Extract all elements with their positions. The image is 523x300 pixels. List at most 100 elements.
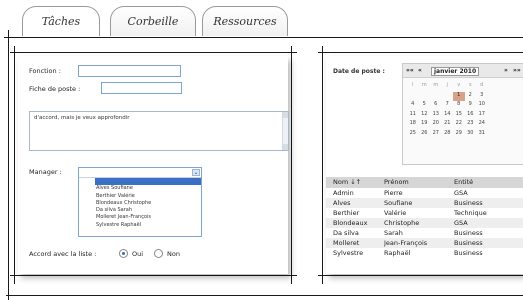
calendar-day[interactable]: 11 [407,111,419,121]
panel-right-bottom-line [318,275,523,276]
calendar-day[interactable]: 12 [419,111,431,121]
table-row[interactable]: Blondeaux Christophe GSA [326,218,523,228]
calendar-day[interactable]: 21 [442,120,454,130]
manager-option[interactable] [95,178,201,186]
panel-left-top-line [10,52,297,53]
calendar-day[interactable]: 23 [465,120,477,130]
cell-prenom: Raphaël [384,249,411,257]
calendar-day[interactable]: 2 [465,92,477,102]
frame-left-line [8,30,9,300]
calendar-day[interactable]: 9 [465,101,477,111]
manager-option[interactable]: Molleret Jean-François [96,214,201,221]
cell-nom: Alves [333,199,351,207]
column-header-prenom[interactable]: Prénom [384,177,454,188]
table-row[interactable]: Molleret Jean-François Business [326,238,523,248]
calendar-day[interactable]: 27 [430,130,442,140]
weekday-label: d [480,82,484,88]
month-select[interactable]: janvier 2010 [431,67,480,76]
calendar-grid: l m m j v s d 1 2 3 4 5 6 7 8 9 10 11 12… [407,82,488,139]
cell-prenom: Jean-François [384,239,428,247]
cell-nom: Molleret [333,239,360,247]
calendar-day[interactable] [430,92,442,102]
fonction-label: Fonction : [29,67,61,75]
accord-oui-label[interactable]: Oui [132,250,143,258]
weekday-label: v [457,82,461,88]
cell-prenom: Soufiane [384,199,413,207]
calendar-day[interactable]: 30 [465,130,477,140]
week-row: 1 2 3 [407,91,488,102]
manager-option[interactable]: Berthier Valérie [96,193,201,200]
calendar-day[interactable]: 20 [430,120,442,130]
table-row[interactable]: Sylvestre Raphaël Business [326,248,523,258]
resources-table: Nom ↓↑ Prénom Entité Admin Pierre GSA Al… [326,177,523,258]
calendar-day[interactable]: 22 [453,120,465,130]
weekday-label: j [446,82,448,88]
accord-non-radio[interactable] [154,249,163,258]
tab-taches[interactable]: Tâches [22,6,100,36]
panel-left-bottom-line [10,275,297,276]
manager-option[interactable]: Sylvestre Raphaël [96,222,201,229]
manager-option[interactable]: Da silva Sarah [96,207,201,214]
tab-ressources[interactable]: Ressources [202,6,288,36]
next-month-button[interactable]: » [504,67,508,74]
manager-select-field[interactable]: ⌄ [79,168,201,178]
frame-bottom-line [6,295,523,296]
calendar-day[interactable]: 5 [419,101,431,111]
calendar-day[interactable]: 18 [407,120,419,130]
chevron-down-icon[interactable]: ⌄ [192,169,200,176]
calendar-day[interactable]: 3 [476,92,488,102]
accord-label: Accord avec la liste : [29,250,97,258]
weekday-label: l [412,82,414,88]
calendar-day[interactable]: 6 [430,101,442,111]
calendar-day[interactable]: 8 [453,101,465,111]
calendar-day[interactable]: 28 [442,130,454,140]
calendar-day[interactable]: 15 [453,111,465,121]
fonction-input[interactable] [78,65,181,77]
calendar-day[interactable]: 4 [407,101,419,111]
table-row[interactable]: Admin Pierre GSA [326,188,523,198]
manager-options-list[interactable]: Alves Soufiane Berthier Valérie Blondeau… [79,178,201,229]
accord-oui-radio[interactable] [119,249,128,258]
table-row[interactable]: Da silva Sarah Business [326,228,523,238]
calendar-day[interactable]: 19 [419,120,431,130]
table-row[interactable]: Alves Soufiane Business [326,198,523,208]
comment-text: d'accord, mais je veux approfondir [34,115,130,121]
week-row: 25 26 27 28 29 30 31 [407,130,488,140]
calendar-day[interactable]: 29 [453,130,465,140]
calendar-day[interactable]: 10 [476,101,488,111]
date-picker-calendar[interactable]: «« « janvier 2010 » »» l m m j v s d 1 2… [402,63,523,165]
calendar-day[interactable] [442,92,454,102]
manager-label: Manager : [29,168,62,176]
calendar-day[interactable]: 31 [476,130,488,140]
next-year-button[interactable]: »» [513,67,521,74]
manager-option[interactable]: Blondeaux Christophe [96,200,201,207]
calendar-day[interactable] [407,92,419,102]
calendar-day[interactable] [419,92,431,102]
scroll-down-icon[interactable] [283,144,288,150]
calendar-day[interactable]: 25 [407,130,419,140]
calendar-day[interactable]: 16 [465,111,477,121]
comment-textarea[interactable]: d'accord, mais je veux approfondir [29,111,289,151]
manager-option[interactable]: Alves Soufiane [96,185,201,192]
column-header-nom[interactable]: Nom ↓↑ [326,177,384,188]
column-header-entite[interactable]: Entité [454,177,523,188]
calendar-day[interactable]: 13 [430,111,442,121]
accord-non-label[interactable]: Non [167,250,180,258]
scroll-up-icon[interactable] [283,112,288,118]
calendar-day[interactable]: 14 [442,111,454,121]
cell-nom: Berthier [333,209,360,217]
calendar-day[interactable]: 24 [476,120,488,130]
fiche-de-poste-input[interactable] [101,82,182,94]
tab-corbeille[interactable]: Corbeille [110,6,196,36]
weekday-label: m [421,82,427,88]
calendar-day[interactable]: 26 [419,130,431,140]
calendar-day[interactable]: 7 [442,101,454,111]
textarea-scrollbar[interactable] [282,112,288,150]
prev-month-button[interactable]: « [418,67,422,74]
table-row[interactable]: Berthier Valérie Technique [326,208,523,218]
calendar-day[interactable]: 17 [476,111,488,121]
manager-select[interactable]: ⌄ Alves Soufiane Berthier Valérie Blonde… [78,167,202,237]
calendar-day-selected[interactable]: 1 [453,91,465,101]
prev-year-button[interactable]: «« [406,67,414,74]
weekday-label: m [433,82,439,88]
